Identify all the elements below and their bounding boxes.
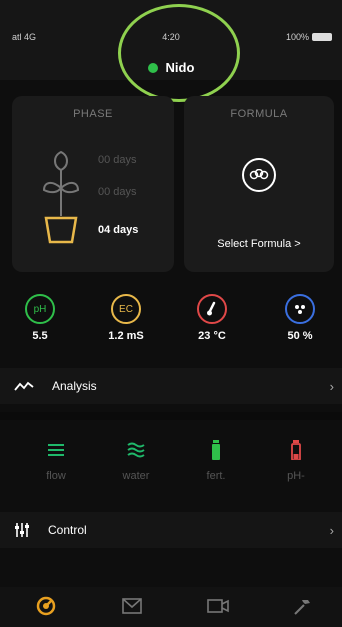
action-buttons: flow water fert. pH- <box>0 440 342 500</box>
sensor-temperature-value: 23 °C <box>198 330 226 342</box>
highlight-ring <box>118 4 240 102</box>
control-label: Control <box>48 523 87 537</box>
analysis-chart-icon <box>14 381 34 391</box>
water-icon <box>106 440 166 460</box>
phase-card[interactable]: PHASE 00 days 00 days 04 days <box>12 96 174 272</box>
humidity-icon <box>285 294 315 324</box>
ph-icon: pH <box>25 294 55 324</box>
video-camera-icon <box>207 599 229 613</box>
phase-stage-2: 00 days <box>98 186 137 198</box>
sliders-icon <box>15 523 29 537</box>
battery-percent: 100% <box>285 32 309 42</box>
sensor-ph[interactable]: pH 5.5 <box>12 294 68 342</box>
formula-card[interactable]: FORMULA Select Formula > <box>184 96 334 272</box>
sensor-ec-value: 1.2 mS <box>108 330 144 342</box>
formula-icon <box>242 158 276 192</box>
phase-stage-3: 04 days <box>98 224 139 236</box>
sensor-readings: pH 5.5 EC 1.2 mS 23 °C 50 % <box>0 294 342 358</box>
tab-camera[interactable] <box>198 595 238 617</box>
sensor-humidity[interactable]: 50 % <box>272 294 328 342</box>
water-button[interactable]: water <box>106 440 166 482</box>
ph-minus-button[interactable]: pH- <box>266 440 326 482</box>
flow-button[interactable]: flow <box>26 440 86 482</box>
phase-title: PHASE <box>73 108 113 120</box>
section-divider <box>0 412 342 420</box>
tab-bar <box>0 587 342 627</box>
tab-messages[interactable] <box>112 595 152 617</box>
sensor-temperature[interactable]: 23 °C <box>184 294 240 342</box>
sensor-ec[interactable]: EC 1.2 mS <box>98 294 154 342</box>
summary-cards: PHASE 00 days 00 days 04 days FORMULA Se… <box>12 96 334 272</box>
formula-title: FORMULA <box>230 108 288 120</box>
flow-label: flow <box>46 470 66 482</box>
ph-minus-label: pH- <box>287 470 305 482</box>
hammer-icon <box>294 600 310 615</box>
select-formula-link[interactable]: Select Formula > <box>184 238 334 250</box>
phase-stage-1: 00 days <box>98 154 137 166</box>
control-row[interactable]: Control › <box>0 512 342 548</box>
fert-label: fert. <box>206 470 226 482</box>
sensor-ph-value: 5.5 <box>32 330 48 342</box>
tab-home[interactable] <box>26 595 66 617</box>
plant-icon <box>42 150 80 244</box>
chevron-right-icon: › <box>329 378 334 394</box>
flow-icon <box>26 440 86 460</box>
chevron-right-icon: › <box>329 522 334 538</box>
analysis-label: Analysis <box>52 379 97 393</box>
ph-minus-icon <box>266 440 326 460</box>
thermometer-icon <box>197 294 227 324</box>
analysis-row[interactable]: Analysis › <box>0 368 342 404</box>
tab-tools[interactable] <box>282 595 322 617</box>
water-label: water <box>122 470 150 482</box>
battery-indicator: 100% <box>286 32 332 42</box>
battery-icon <box>312 33 332 41</box>
mail-icon <box>122 598 142 614</box>
fert-icon <box>186 440 246 460</box>
sensor-humidity-value: 50 % <box>287 330 313 342</box>
home-dashboard-icon <box>36 596 56 616</box>
ec-icon: EC <box>111 294 141 324</box>
fert-button[interactable]: fert. <box>186 440 246 482</box>
